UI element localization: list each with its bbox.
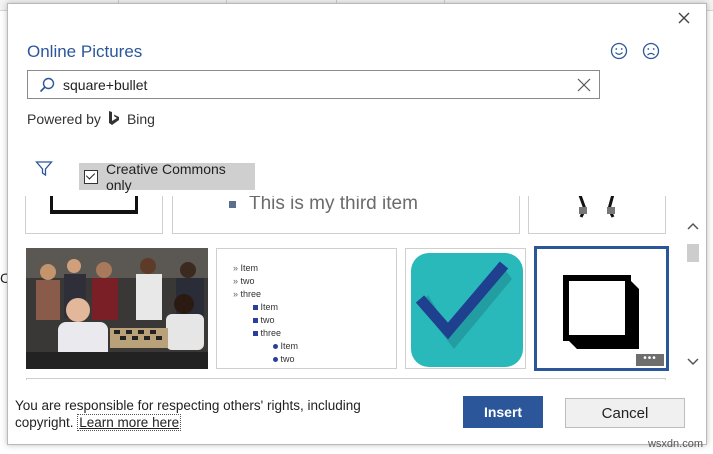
- watermark: wsxdn.com: [647, 438, 703, 450]
- creative-commons-checkbox[interactable]: [84, 169, 98, 184]
- search-icon[interactable]: [39, 77, 55, 93]
- online-pictures-dialog: Online Pictures Powered by Bing Creative…: [7, 3, 707, 445]
- result-tile[interactable]: This is my third item: [172, 196, 520, 234]
- creative-commons-filter[interactable]: Creative Commons only: [79, 160, 255, 193]
- results-grid: This is my third item » Item » two » thr…: [25, 196, 671, 380]
- list-item: » three: [233, 289, 262, 299]
- result-tile[interactable]: [25, 196, 163, 234]
- result-tile-list[interactable]: » Item » two » three Item two three Item…: [216, 248, 397, 369]
- list-item: two: [233, 314, 298, 327]
- result-tile[interactable]: [528, 196, 666, 234]
- search-input[interactable]: [63, 76, 563, 94]
- dialog-title: Online Pictures: [27, 42, 143, 61]
- result-caption: This is my third item: [249, 196, 418, 214]
- scroll-down-icon[interactable]: [685, 354, 701, 370]
- powered-by-label: Powered by: [27, 110, 101, 127]
- insert-button[interactable]: Insert: [463, 396, 543, 428]
- result-tile-square-selected[interactable]: •••: [534, 246, 669, 371]
- cancel-button[interactable]: Cancel: [565, 398, 685, 428]
- clear-icon[interactable]: [577, 78, 591, 92]
- search-box: [27, 70, 600, 99]
- frown-icon[interactable]: [642, 42, 660, 60]
- list-item: three: [233, 327, 298, 340]
- result-tile[interactable]: [26, 378, 666, 380]
- results-scrollbar[interactable]: [685, 210, 701, 378]
- filter-icon[interactable]: [35, 160, 53, 178]
- bing-logo-icon: [108, 111, 119, 125]
- list-item: » two: [233, 276, 255, 286]
- rights-notice: You are responsible for respecting other…: [15, 397, 375, 431]
- list-item: Item: [233, 301, 298, 314]
- scroll-up-icon[interactable]: [685, 218, 701, 234]
- result-tile-chess-photo[interactable]: [26, 248, 208, 369]
- scroll-thumb[interactable]: [687, 244, 699, 262]
- creative-commons-label: Creative Commons only: [105, 160, 226, 193]
- list-item: Item: [233, 340, 298, 353]
- powered-by: Powered by Bing: [27, 110, 155, 127]
- list-item: two: [233, 353, 298, 366]
- close-icon[interactable]: [676, 10, 692, 26]
- smile-icon[interactable]: [610, 42, 628, 60]
- rights-notice-text: You are responsible for respecting other…: [15, 398, 361, 430]
- learn-more-link[interactable]: Learn more here: [77, 414, 182, 431]
- more-options-icon[interactable]: •••: [636, 354, 664, 366]
- result-tile-checkmark[interactable]: [405, 248, 526, 369]
- list-item: » Item: [233, 263, 259, 273]
- bing-brand: Bing: [126, 110, 155, 127]
